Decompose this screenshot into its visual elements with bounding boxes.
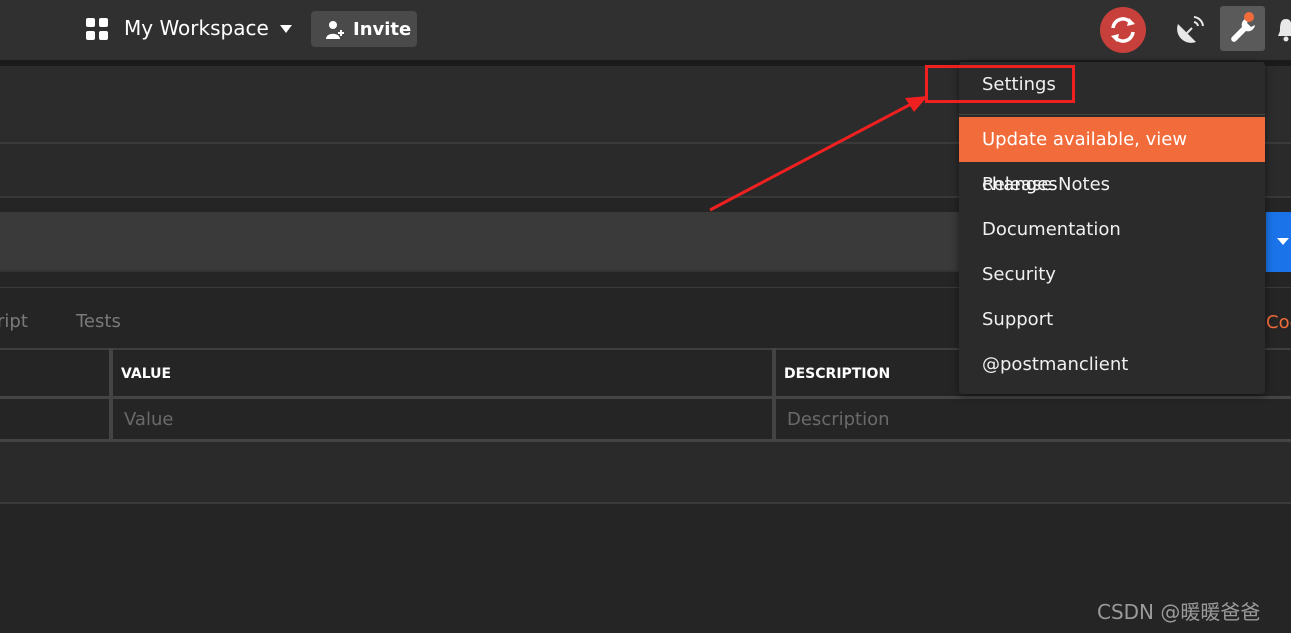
column-header-description: DESCRIPTION (784, 366, 891, 382)
sync-icon (1111, 17, 1135, 43)
workspace-name[interactable]: My Workspace (124, 16, 269, 40)
workspace-grid-icon[interactable] (86, 18, 108, 40)
column-header-value: VALUE (121, 366, 172, 382)
table-row (0, 397, 1291, 442)
add-user-icon (326, 21, 344, 39)
invite-button[interactable]: Invite (311, 11, 417, 47)
description-input[interactable]: Description (787, 409, 890, 430)
invite-label: Invite (353, 19, 412, 40)
wrench-icon (1231, 18, 1255, 42)
settings-wrench-button[interactable] (1220, 6, 1265, 51)
sync-button[interactable] (1100, 7, 1146, 53)
menu-item-security[interactable]: Security (959, 252, 1265, 297)
menu-item-support[interactable]: Support (959, 297, 1265, 342)
menu-item-release-notes[interactable]: Release Notes (959, 162, 1265, 207)
watermark: CSDN @暖暖爸爸 (1097, 600, 1261, 624)
response-strip (0, 442, 1291, 504)
settings-dropdown-menu: Settings Update available, view changes … (959, 62, 1265, 394)
chevron-down-icon (1277, 238, 1289, 245)
menu-item-postmanclient[interactable]: @postmanclient (959, 342, 1265, 387)
chevron-down-icon[interactable] (280, 25, 292, 33)
send-dropdown-button[interactable] (1266, 212, 1291, 272)
menu-item-documentation[interactable]: Documentation (959, 207, 1265, 252)
bell-icon[interactable] (1276, 16, 1291, 44)
tab-pre-request-script[interactable]: ript (0, 311, 28, 332)
annotation-highlight-box (925, 65, 1075, 103)
satellite-icon[interactable] (1174, 14, 1206, 46)
menu-item-update-available[interactable]: Update available, view changes (959, 117, 1265, 195)
notification-dot (1244, 12, 1254, 22)
annotation-arrow (709, 96, 928, 212)
value-input[interactable]: Value (124, 409, 173, 430)
code-link[interactable]: Coo (1266, 312, 1291, 333)
top-bar: My Workspace Invite (0, 0, 1291, 66)
tab-tests[interactable]: Tests (76, 311, 121, 332)
menu-divider (959, 114, 1265, 115)
